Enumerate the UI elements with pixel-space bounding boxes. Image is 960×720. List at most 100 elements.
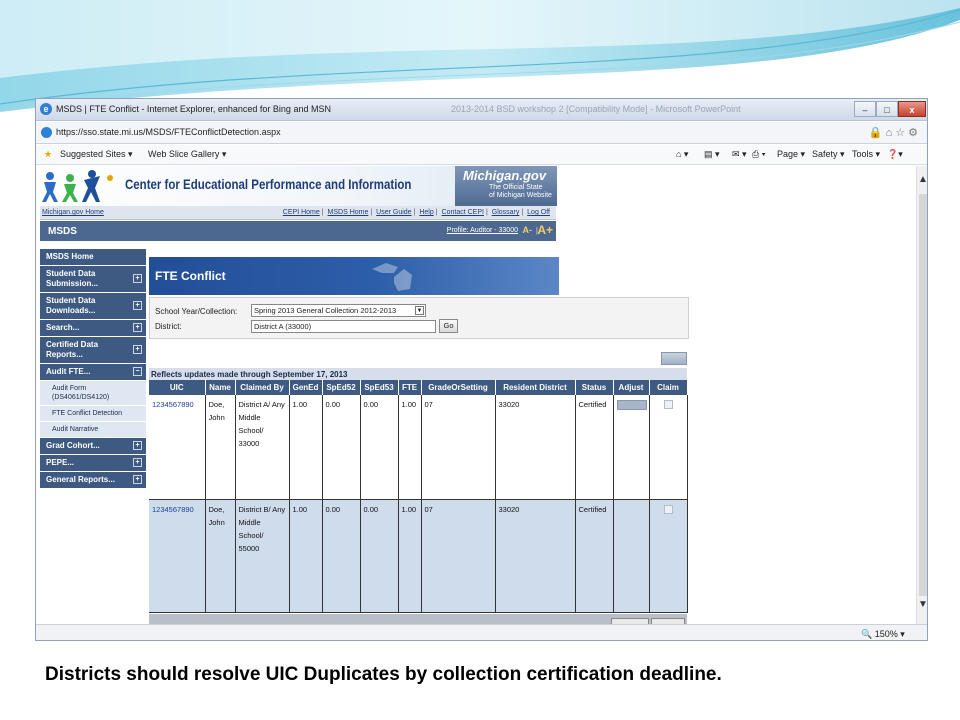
col-header-fte[interactable]: FTE (398, 380, 422, 395)
scroll-up-icon[interactable]: ▲ (918, 174, 927, 185)
col-header-sped53[interactable]: SpEd53 (360, 380, 399, 395)
sidebar-item-audit-fte[interactable]: Audit FTE... − (40, 364, 146, 381)
col-header-sped52[interactable]: SpEd52 (322, 380, 361, 395)
updates-notice: Reflects updates made through September … (149, 368, 687, 380)
close-button[interactable]: x (898, 101, 926, 117)
log-off-link[interactable]: Log Off (527, 209, 550, 216)
text-smaller-button[interactable]: A- (523, 225, 533, 235)
chevron-down-icon: ▼ (415, 306, 424, 315)
sidebar-subitem-audit-form[interactable]: Audit Form (DS4061/DS4120) (40, 381, 146, 406)
uic-cell[interactable]: 1234567890 (149, 499, 206, 613)
tools-menu[interactable]: Tools ▾ (852, 149, 880, 160)
sidebar-item-search[interactable]: Search... + (40, 320, 146, 337)
address-actions[interactable]: 🔒⌂☆⚙ (869, 126, 921, 139)
col-header-claimed-by[interactable]: Claimed By (235, 380, 290, 395)
sidebar-item-student-data-downloads[interactable]: Student Data Downloads... + (40, 293, 146, 320)
col-header-grade-or-setting[interactable]: GradeOrSetting (421, 380, 496, 395)
michigan-gov-home-link[interactable]: Michigan.gov Home (42, 209, 104, 216)
expand-icon[interactable]: + (133, 345, 142, 354)
favorites-star-icon[interactable]: ☆ (895, 127, 908, 139)
sidebar-item-msds-home[interactable]: MSDS Home (40, 249, 146, 266)
michigan-gov-logo[interactable]: Michigan.gov The Official State of Michi… (455, 166, 557, 206)
name-cell: Doe, John (205, 395, 236, 500)
col-header-adjust[interactable]: Adjust (613, 380, 650, 395)
school-year-select[interactable]: Spring 2013 General Collection 2012-2013… (251, 304, 426, 317)
expand-icon[interactable]: + (133, 458, 142, 467)
msds-bar: MSDS Profile: Auditor - 33000 A- | A+ (40, 221, 556, 241)
home-icon[interactable]: ⌂ (886, 127, 896, 139)
help-link[interactable]: Help (419, 209, 433, 216)
go-button[interactable]: Go (439, 319, 458, 333)
sidebar-subitem-audit-narrative[interactable]: Audit Narrative (40, 422, 146, 438)
page-title-banner: FTE Conflict (149, 257, 559, 295)
collapse-icon[interactable]: − (133, 367, 142, 376)
safety-menu[interactable]: Safety ▾ (812, 149, 845, 160)
col-header-resident-district[interactable]: Resident District (495, 380, 576, 395)
district-input[interactable]: District A (33000) (251, 320, 436, 333)
slide-caption: Districts should resolve UIC Duplicates … (45, 664, 722, 685)
scroll-down-icon[interactable]: ▼ (918, 599, 927, 610)
name-cell: Doe, John (205, 499, 236, 613)
top-nav-links: CEPI Home | MSDS Home | User Guide | Help | … (282, 209, 550, 216)
expand-icon[interactable]: + (133, 323, 142, 332)
expand-icon[interactable]: + (133, 301, 142, 310)
expand-icon[interactable]: + (133, 441, 142, 450)
msds-home-link[interactable]: MSDS Home (328, 209, 369, 216)
page-title: FTE Conflict (155, 269, 226, 283)
user-guide-link[interactable]: User Guide (376, 209, 411, 216)
sped52-cell: 0.00 (322, 499, 361, 613)
help-icon[interactable]: ❓▾ (887, 149, 903, 160)
school-year-label: School Year/Collection: (155, 307, 238, 316)
sidebar-item-general-reports[interactable]: General Reports... + (40, 472, 146, 489)
expand-icon[interactable]: + (133, 274, 142, 283)
address-url[interactable]: https://sso.state.mi.us/MSDS/FTEConflict… (56, 127, 281, 137)
table-row: 1234567890 Doe, John District B/ Any Mid… (149, 499, 688, 613)
sidebar-item-student-data-submission[interactable]: Student Data Submission... + (40, 266, 146, 293)
zoom-control[interactable]: 🔍 150% ▾ (861, 629, 905, 640)
vertical-scrollbar[interactable]: ▲ ▼ (916, 166, 927, 624)
suggested-sites-link[interactable]: Suggested Sites ▾ (60, 149, 133, 160)
table-footer (149, 614, 687, 624)
sidebar-item-pepe[interactable]: PEPE... + (40, 455, 146, 472)
sidebar-item-certified-data-reports[interactable]: Certified Data Reports... + (40, 337, 146, 364)
adjust-input[interactable] (616, 400, 647, 410)
minimize-button[interactable]: – (854, 101, 876, 117)
col-header-name[interactable]: Name (205, 380, 236, 395)
address-bar[interactable]: https://sso.state.mi.us/MSDS/FTEConflict… (36, 122, 927, 144)
sidebar-item-grad-cohort[interactable]: Grad Cohort... + (40, 438, 146, 455)
home-icon[interactable]: ⌂ ▾ (676, 149, 688, 160)
claimed-by-cell: District B/ Any Middle School/ 55000 (235, 499, 290, 613)
adjust-cell (613, 499, 650, 613)
action-button[interactable] (661, 352, 687, 365)
sped53-cell: 0.00 (360, 395, 399, 500)
text-larger-button[interactable]: A+ (537, 223, 553, 237)
cepi-home-link[interactable]: CEPI Home (283, 209, 320, 216)
uic-cell[interactable]: 1234567890 (149, 395, 206, 500)
contact-cepi-link[interactable]: Contact CEPI (442, 209, 484, 216)
col-header-status[interactable]: Status (575, 380, 614, 395)
gear-icon[interactable]: ⚙ (908, 127, 921, 139)
claim-checkbox[interactable] (663, 504, 673, 514)
cepi-header: Center for Educational Performance and I… (40, 166, 557, 206)
feeds-icon[interactable]: ▤ ▾ (704, 149, 720, 160)
status-cell: Certified (575, 499, 614, 613)
top-nav: Michigan.gov Home CEPI Home | MSDS Home | … (40, 206, 556, 220)
sped52-cell: 0.00 (322, 395, 361, 500)
col-header-uic[interactable]: UIC (149, 380, 206, 395)
mail-icon[interactable]: ✉ ▾ (732, 149, 747, 160)
print-icon[interactable]: ⎙ ▾ (752, 149, 765, 160)
glossary-link[interactable]: Glossary (492, 209, 520, 216)
fte-cell: 1.00 (398, 499, 422, 613)
sidebar-subitem-fte-conflict-detection[interactable]: FTE Conflict Detection (40, 406, 146, 422)
col-header-claim[interactable]: Claim (649, 380, 688, 395)
ie-icon: e (40, 103, 52, 115)
expand-icon[interactable]: + (133, 475, 142, 484)
profile-link[interactable]: Profile: Auditor - 33000 (447, 227, 518, 234)
favorites-star-icon[interactable]: ★ (44, 149, 52, 160)
page-menu[interactable]: Page ▾ (777, 149, 805, 160)
col-header-gened[interactable]: GenEd (289, 380, 323, 395)
scroll-thumb[interactable] (919, 194, 927, 596)
claim-checkbox[interactable] (663, 400, 673, 409)
maximize-button[interactable]: □ (876, 101, 898, 117)
web-slice-gallery-link[interactable]: Web Slice Gallery ▾ (148, 149, 226, 160)
